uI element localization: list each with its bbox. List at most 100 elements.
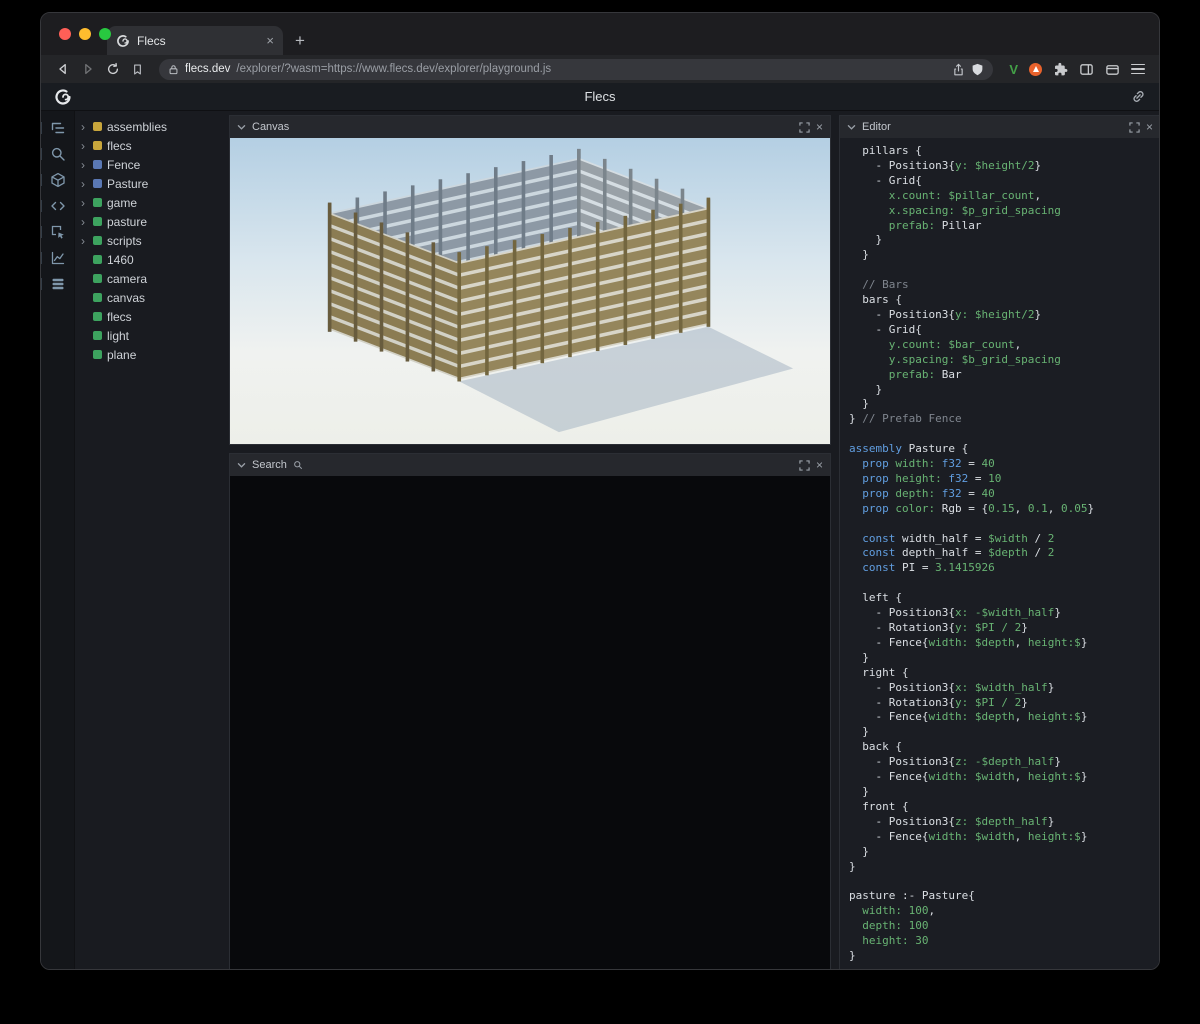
expand-arrow-icon[interactable]: › xyxy=(81,159,88,171)
maximize-window-button[interactable] xyxy=(99,28,111,40)
tree-item-1460[interactable]: ›1460 xyxy=(75,250,229,269)
expand-arrow-icon[interactable]: › xyxy=(81,140,88,152)
entity-color-square xyxy=(93,122,102,131)
entity-color-square xyxy=(93,293,102,302)
entity-tree-icon[interactable] xyxy=(41,120,74,136)
url-domain: flecs.dev xyxy=(185,63,230,75)
collapse-chevron-icon[interactable] xyxy=(237,462,246,469)
tree-item-label: scripts xyxy=(107,234,142,248)
tree-item-label: assemblies xyxy=(107,120,167,134)
canvas-panel-header: Canvas × xyxy=(230,116,830,138)
secure-lock-icon xyxy=(168,64,179,75)
panel-title: Canvas xyxy=(252,121,289,133)
brave-shield-icon[interactable] xyxy=(971,63,984,76)
tab-title: Flecs xyxy=(137,34,259,48)
v-extension-icon[interactable]: V xyxy=(1009,62,1018,77)
collapse-chevron-icon[interactable] xyxy=(237,124,246,131)
expand-arrow-icon[interactable]: › xyxy=(81,197,88,209)
tree-item-canvas[interactable]: ›canvas xyxy=(75,288,229,307)
entity-tree: ›assemblies›flecs›Fence›Pasture›game›pas… xyxy=(75,111,229,970)
code-icon[interactable] xyxy=(41,198,74,214)
browser-tab[interactable]: Flecs × xyxy=(107,26,283,55)
tree-item-label: camera xyxy=(107,272,147,286)
stats-icon[interactable] xyxy=(41,250,74,266)
browser-window: Flecs × + flecs.dev/explore xyxy=(40,12,1160,970)
tree-item-Fence[interactable]: ›Fence xyxy=(75,155,229,174)
tree-item-flecs[interactable]: ›flecs xyxy=(75,136,229,155)
entity-color-square xyxy=(93,141,102,150)
entity-color-square xyxy=(93,274,102,283)
forward-button[interactable] xyxy=(76,59,99,79)
url-bar[interactable]: flecs.dev/explorer/?wasm=https://www.fle… xyxy=(159,59,993,80)
expand-panel-icon[interactable] xyxy=(799,460,810,471)
page-title: Flecs xyxy=(41,89,1159,104)
panel-title: Editor xyxy=(862,121,891,133)
toolbar-extensions: V xyxy=(1003,62,1149,77)
minimize-window-button[interactable] xyxy=(79,28,91,40)
tree-item-Pasture[interactable]: ›Pasture xyxy=(75,174,229,193)
rewards-icon[interactable] xyxy=(1029,63,1042,76)
expand-panel-icon[interactable] xyxy=(1129,122,1140,133)
window-controls xyxy=(59,28,111,40)
tree-item-label: plane xyxy=(107,348,136,362)
3d-viewport[interactable] xyxy=(230,138,830,444)
editor-panel: Editor × pillars { - Position3{y: $heigh… xyxy=(839,115,1160,970)
entity-color-square xyxy=(93,331,102,340)
search-icon[interactable] xyxy=(41,146,74,162)
share-icon[interactable] xyxy=(952,63,965,76)
tree-item-scripts[interactable]: › scripts xyxy=(75,231,229,250)
canvas-panel: Canvas × xyxy=(229,115,831,445)
close-window-button[interactable] xyxy=(59,28,71,40)
wallet-icon[interactable] xyxy=(1105,62,1120,77)
back-button[interactable] xyxy=(51,59,74,79)
expand-arrow-icon[interactable]: › xyxy=(81,121,88,133)
tree-item-label: flecs xyxy=(107,310,132,324)
entity-color-square xyxy=(93,312,102,321)
app-content: ›assemblies›flecs›Fence›Pasture›game›pas… xyxy=(41,111,1159,970)
search-results-area[interactable] xyxy=(230,476,830,970)
inspect-icon[interactable] xyxy=(41,224,74,240)
reload-button[interactable] xyxy=(101,59,124,79)
close-panel-icon[interactable]: × xyxy=(816,121,823,133)
expand-arrow-icon[interactable]: › xyxy=(81,178,88,190)
tree-item-light[interactable]: ›light xyxy=(75,326,229,345)
expand-arrow-icon[interactable]: › xyxy=(81,216,88,228)
expand-arrow-icon[interactable]: › xyxy=(81,235,88,247)
sidebar-icon[interactable] xyxy=(1079,62,1094,77)
tree-item-pasture[interactable]: ›pasture xyxy=(75,212,229,231)
tree-item-assemblies[interactable]: › assemblies xyxy=(75,117,229,136)
tree-item-label: game xyxy=(107,196,137,210)
center-column: Canvas × xyxy=(229,111,831,970)
collapse-chevron-icon[interactable] xyxy=(847,124,856,131)
flecs-favicon-icon xyxy=(116,34,130,48)
tree-item-plane[interactable]: ›plane xyxy=(75,345,229,364)
entities-cube-icon[interactable] xyxy=(41,172,74,188)
browser-toolbar: flecs.dev/explorer/?wasm=https://www.fle… xyxy=(41,55,1159,83)
code-editor[interactable]: pillars { - Position3{y: $height/2} - Gr… xyxy=(840,138,1160,970)
entity-color-square xyxy=(93,236,102,245)
entity-color-square xyxy=(93,160,102,169)
menu-icon[interactable] xyxy=(1131,64,1145,75)
expand-panel-icon[interactable] xyxy=(799,122,810,133)
entity-color-square xyxy=(93,255,102,264)
extensions-puzzle-icon[interactable] xyxy=(1053,62,1068,77)
tree-item-flecs[interactable]: ›flecs xyxy=(75,307,229,326)
tab-close-icon[interactable]: × xyxy=(266,34,274,47)
entity-color-square xyxy=(93,350,102,359)
data-rows-icon[interactable] xyxy=(41,276,74,292)
canvas-body xyxy=(230,138,830,444)
tree-item-label: 1460 xyxy=(107,253,134,267)
entity-color-square xyxy=(93,179,102,188)
tree-item-label: light xyxy=(107,329,129,343)
entity-color-square xyxy=(93,217,102,226)
left-toolbar xyxy=(41,111,75,970)
close-panel-icon[interactable]: × xyxy=(816,459,823,471)
tree-item-camera[interactable]: ›camera xyxy=(75,269,229,288)
new-tab-button[interactable]: + xyxy=(295,32,305,49)
tree-item-game[interactable]: › game xyxy=(75,193,229,212)
editor-column: Editor × pillars { - Position3{y: $heigh… xyxy=(839,111,1160,970)
editor-panel-header: Editor × xyxy=(840,116,1160,138)
bookmark-icon[interactable] xyxy=(126,59,149,79)
close-panel-icon[interactable]: × xyxy=(1146,121,1153,133)
app-header: Flecs xyxy=(41,83,1159,111)
